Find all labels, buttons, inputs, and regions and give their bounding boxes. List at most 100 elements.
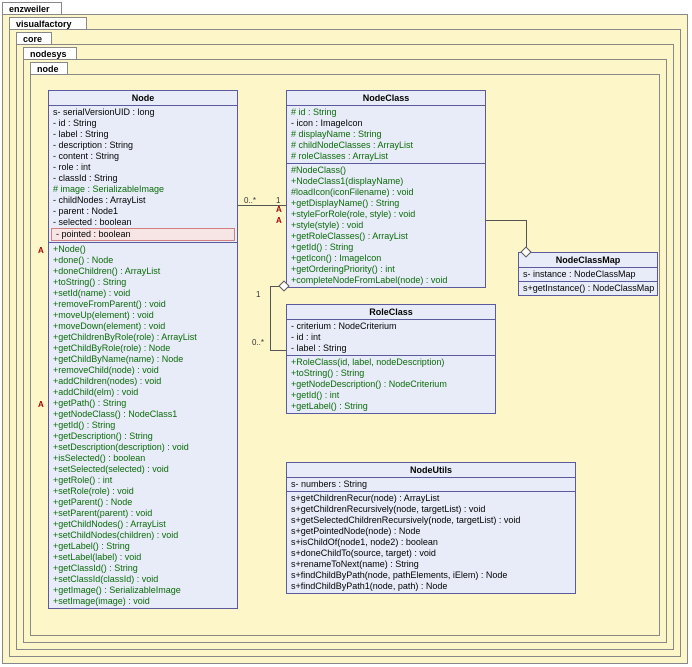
member-row: # displayName : String [287, 129, 485, 140]
member-row: - id : String [49, 118, 237, 129]
member-row: +getChildrenByRole(role) : ArrayList [49, 332, 237, 343]
member-row: +getOrderingPriority() : int [287, 264, 485, 275]
member-row: +isSelected() : boolean [49, 453, 237, 464]
class-nodeutils: NodeUtils s- numbers : String s+getChild… [286, 462, 576, 594]
member-row: #NodeClass() [287, 165, 485, 176]
member-row: s- numbers : String [287, 479, 575, 490]
member-row: +getId() : int [287, 390, 495, 401]
member-row: - pointed : boolean [51, 228, 235, 241]
operations-section: #NodeClass()+NodeClass1(displayName)#loa… [287, 164, 485, 287]
operations-section: +Node()+done() : Node+doneChildren() : A… [49, 243, 237, 608]
abstract-marker: A [276, 205, 282, 214]
member-row: s+isChildOf(node1, node2) : boolean [287, 537, 575, 548]
member-row: +getClassId() : String [49, 563, 237, 574]
package-label: nodesys [30, 49, 67, 59]
class-nodeclass: NodeClass # id : String- icon : ImageIco… [286, 90, 486, 288]
member-row: +getId() : String [49, 420, 237, 431]
association-line [270, 350, 286, 351]
member-row: +getChildByRole(role) : Node [49, 343, 237, 354]
attributes-section: - criterium : NodeCriterium- id : int- l… [287, 320, 495, 356]
member-row: +getNodeDescription() : NodeCriterium [287, 379, 495, 390]
operations-section: s+getChildrenRecur(node) : ArrayLists+ge… [287, 492, 575, 593]
member-row: - parent : Node1 [49, 206, 237, 217]
class-title: NodeClass [287, 91, 485, 106]
member-row: +removeChild(node) : void [49, 365, 237, 376]
member-row: +setParent(parent) : void [49, 508, 237, 519]
member-row: +setId(name) : void [49, 288, 237, 299]
member-row: s+getSelectedChildrenRecursively(node, t… [287, 515, 575, 526]
member-row: +setClassId(classId) : void [49, 574, 237, 585]
class-title: RoleClass [287, 305, 495, 320]
member-row: +getChildByName(name) : Node [49, 354, 237, 365]
operations-section: +RoleClass(id, label, nodeDescription)+t… [287, 356, 495, 413]
multiplicity: 0..* [252, 338, 264, 347]
member-row: # id : String [287, 107, 485, 118]
package-label: visualfactory [16, 19, 72, 29]
member-row: +styleForRole(role, style) : void [287, 209, 485, 220]
member-row: +getIcon() : ImageIcon [287, 253, 485, 264]
member-row: - description : String [49, 140, 237, 151]
attributes-section: # id : String- icon : ImageIcon# display… [287, 106, 485, 164]
member-row: - classId : String [49, 173, 237, 184]
multiplicity: 0..* [244, 196, 256, 205]
member-row: +done() : Node [49, 255, 237, 266]
member-row: s+renameToNext(name) : String [287, 559, 575, 570]
member-row: - selected : boolean [49, 217, 237, 228]
class-title: NodeUtils [287, 463, 575, 478]
package-label: core [23, 34, 42, 44]
operations-section: s+getInstance() : NodeClassMap [519, 282, 657, 295]
member-row: # roleClasses : ArrayList [287, 151, 485, 162]
package-label: node [37, 64, 59, 74]
member-row: +getImage() : SerializableImage [49, 585, 237, 596]
member-row: +setImage(image) : void [49, 596, 237, 607]
member-row: - label : String [287, 343, 495, 354]
member-row: - role : int [49, 162, 237, 173]
attributes-section: s- serialVersionUID : long- id : String-… [49, 106, 237, 243]
member-row: s+doneChildTo(source, target) : void [287, 548, 575, 559]
member-row: +moveUp(element) : void [49, 310, 237, 321]
member-row: +removeFromParent() : void [49, 299, 237, 310]
member-row: +setChildNodes(children) : void [49, 530, 237, 541]
member-row: s+getChildrenRecursively(node, targetLis… [287, 504, 575, 515]
member-row: +getParent() : Node [49, 497, 237, 508]
class-roleclass: RoleClass - criterium : NodeCriterium- i… [286, 304, 496, 414]
member-row: +setDescription(description) : void [49, 442, 237, 453]
class-title: NodeClassMap [519, 253, 657, 268]
member-row: s+getInstance() : NodeClassMap [519, 283, 657, 294]
member-row: +doneChildren() : ArrayList [49, 266, 237, 277]
abstract-marker: A [38, 246, 44, 255]
member-row: +toString() : String [49, 277, 237, 288]
member-row: - childNodes : ArrayList [49, 195, 237, 206]
member-row: +style(style) : void [287, 220, 485, 231]
member-row: +getDescription() : String [49, 431, 237, 442]
member-row: s- instance : NodeClassMap [519, 269, 657, 280]
member-row: s- serialVersionUID : long [49, 107, 237, 118]
abstract-marker: A [276, 216, 282, 225]
member-row: +addChildren(nodes) : void [49, 376, 237, 387]
abstract-marker: A [38, 400, 44, 409]
member-row: - criterium : NodeCriterium [287, 321, 495, 332]
member-row: - id : int [287, 332, 495, 343]
member-row: - label : String [49, 129, 237, 140]
member-row: +getDisplayName() : String [287, 198, 485, 209]
package-label: enzweiler [9, 4, 50, 14]
member-row: +getLabel() : String [287, 401, 495, 412]
member-row: s+getPointedNode(node) : Node [287, 526, 575, 537]
attributes-section: s- instance : NodeClassMap [519, 268, 657, 282]
member-row: +Node() [49, 244, 237, 255]
member-row: +moveDown(element) : void [49, 321, 237, 332]
class-node: Node s- serialVersionUID : long- id : St… [48, 90, 238, 609]
member-row: +setSelected(selected) : void [49, 464, 237, 475]
member-row: +getPath() : String [49, 398, 237, 409]
member-row: +addChild(elm) : void [49, 387, 237, 398]
member-row: +setRole(role) : void [49, 486, 237, 497]
member-row: s+findChildByPath(node, pathElements, iE… [287, 570, 575, 581]
member-row: - content : String [49, 151, 237, 162]
association-line [486, 220, 526, 221]
association-line [270, 286, 271, 350]
multiplicity: 1 [256, 290, 260, 299]
member-row: s+findChildByPath1(node, path) : Node [287, 581, 575, 592]
member-row: +getLabel() : String [49, 541, 237, 552]
multiplicity: 1 [276, 196, 280, 205]
member-row: +setLabel(label) : void [49, 552, 237, 563]
